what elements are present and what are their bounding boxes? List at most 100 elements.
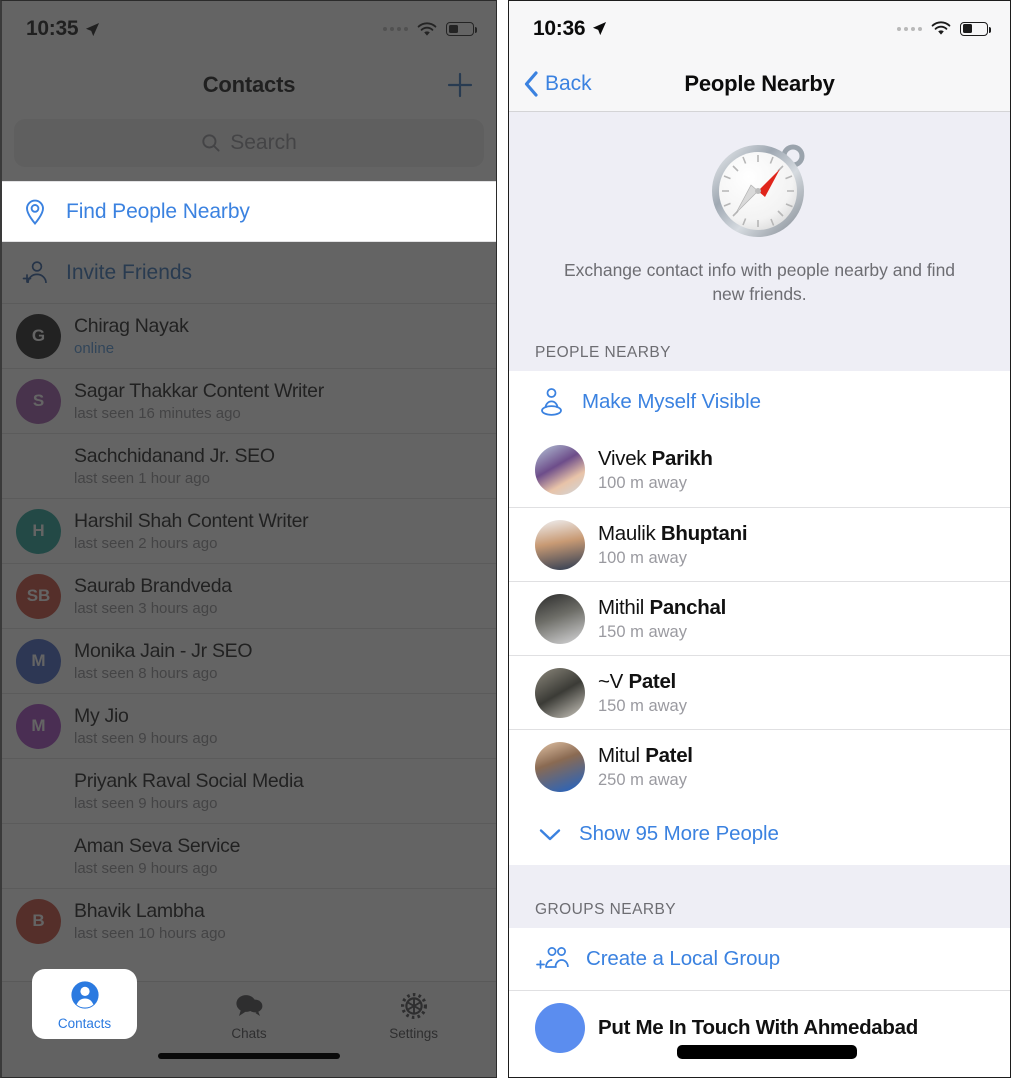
avatar: H <box>16 508 61 554</box>
back-button[interactable]: Back <box>509 70 592 97</box>
contact-name: Sachchidanand Jr. SEO <box>74 445 275 467</box>
nearby-person-row[interactable]: Vivek Parikh 100 m away <box>509 433 1010 507</box>
status-bar-time-group-right: 10:36 <box>533 17 607 41</box>
search-input[interactable]: Search <box>14 119 484 167</box>
visible-person-icon <box>541 387 562 416</box>
show-more-people-row[interactable]: Show 95 More People <box>509 803 1010 865</box>
status-bar-indicators <box>383 21 478 37</box>
contact-row[interactable]: H Harshil Shah Content Writer last seen 2 … <box>2 498 496 563</box>
add-person-icon <box>22 260 47 283</box>
tab-contacts-label: Contacts <box>57 1015 112 1031</box>
contact-meta: Harshil Shah Content Writer last seen 2 h… <box>74 510 309 552</box>
group-avatar <box>535 1002 585 1053</box>
contact-status: last seen 16 minutes ago <box>74 405 241 422</box>
status-bar-indicators-right <box>897 21 992 36</box>
contact-meta: Aman Seva Service last seen 9 hours ago <box>74 835 240 877</box>
contact-row[interactable]: Aman Seva Service last seen 9 hours ago <box>2 823 496 888</box>
nearby-person-row[interactable]: Maulik Bhuptani 100 m away <box>509 507 1010 581</box>
person-first-name: Mitul <box>598 743 640 767</box>
contact-meta: Sachchidanand Jr. SEO last seen 1 hour ag… <box>74 445 275 487</box>
contact-name: Bhavik Lambha <box>74 900 205 922</box>
plus-icon[interactable] <box>446 71 474 99</box>
contact-row[interactable]: SB Saurab Brandveda last seen 3 hours ago <box>2 563 496 628</box>
contact-row[interactable]: Sachchidanand Jr. SEO last seen 1 hour ag… <box>2 433 496 498</box>
person-meta: Vivek Parikh 100 m away <box>598 447 713 493</box>
wifi-icon <box>931 21 951 35</box>
person-distance: 100 m away <box>598 548 687 567</box>
avatar: SB <box>16 573 61 619</box>
contact-status: last seen 9 hours ago <box>74 860 218 877</box>
avatar <box>535 667 585 718</box>
contact-status: last seen 9 hours ago <box>74 795 218 812</box>
right-status-bar: 10:36 <box>509 1 1010 56</box>
add-group-icon <box>536 947 569 970</box>
contact-name: Aman Seva Service <box>74 835 241 857</box>
nearby-person-row[interactable]: ~V Patel 150 m away <box>509 655 1010 729</box>
chat-bubbles-icon <box>236 995 263 1016</box>
contact-name: Priyank Raval Social Media <box>74 770 304 792</box>
chevron-left-icon <box>524 70 538 97</box>
create-local-group-row[interactable]: Create a Local Group <box>509 928 1010 990</box>
person-last-name: Patel <box>628 669 676 693</box>
contact-status: last seen 9 hours ago <box>74 730 218 747</box>
person-last-name: Patel <box>645 743 693 767</box>
contacts-list: G Chirag Nayak online S Sagar Thakkar Conten… <box>2 303 496 953</box>
avatar <box>16 444 61 489</box>
tab-label: Settings <box>389 1026 439 1041</box>
contact-row[interactable]: B Bhavik Lambha last seen 10 hours ago <box>2 888 496 953</box>
search-container: Search <box>2 113 496 181</box>
contact-name: Harshil Shah Content Writer <box>74 510 309 532</box>
location-arrow-icon <box>86 22 100 36</box>
chevron-down-icon <box>539 829 561 841</box>
nearby-people-rows: Vivek Parikh 100 m away Maulik Bhuptani 100… <box>509 433 1010 803</box>
contact-meta: Priyank Raval Social Media last seen 9 ho… <box>74 770 304 812</box>
panel-gap <box>497 0 508 1078</box>
groups-nearby-section-header: GROUPS NEARBY <box>509 897 1010 929</box>
tab-chats[interactable]: Chats <box>167 989 332 1041</box>
tab-label: Chats <box>231 1026 267 1041</box>
search-icon <box>202 134 220 152</box>
person-name: ~V Patel <box>598 670 687 694</box>
person-last-name: Panchal <box>649 595 726 619</box>
person-name: Maulik Bhuptani <box>598 522 748 546</box>
nearby-person-row[interactable]: Mithil Panchal 150 m away <box>509 581 1010 655</box>
show-more-people-label: Show 95 More People <box>579 822 779 846</box>
person-distance: 150 m away <box>598 696 687 715</box>
person-first-name: Vivek <box>598 447 647 471</box>
location-pin-icon <box>26 199 44 225</box>
battery-icon <box>960 21 992 36</box>
invite-friends-row[interactable]: Invite Friends <box>2 242 496 303</box>
page-title: Contacts <box>202 72 296 97</box>
contact-status: online <box>74 340 115 357</box>
avatar <box>535 519 585 570</box>
contact-name: Chirag Nayak <box>74 315 189 337</box>
contact-meta: Saurab Brandveda last seen 3 hours ago <box>74 575 232 617</box>
redaction-bar <box>677 1045 857 1059</box>
left-status-bar: 10:35 <box>2 1 496 57</box>
avatar <box>535 593 585 644</box>
back-button-label: Back <box>545 71 592 95</box>
group-name: Put Me In Touch With Ahmedabad <box>598 1015 918 1039</box>
contact-name: Sagar Thakkar Content Writer <box>74 380 324 402</box>
contact-row[interactable]: G Chirag Nayak online <box>2 303 496 368</box>
contact-row[interactable]: M My Jio last seen 9 hours ago <box>2 693 496 758</box>
person-meta: Maulik Bhuptani 100 m away <box>598 522 748 568</box>
home-indicator <box>158 1053 340 1059</box>
contact-row[interactable]: M Monika Jain - Jr SEO last seen 8 hours a… <box>2 628 496 693</box>
search-placeholder: Search <box>230 131 297 154</box>
nearby-person-row[interactable]: Mitul Patel 250 m away <box>509 729 1010 803</box>
tab-settings[interactable]: Settings <box>331 989 496 1041</box>
make-myself-visible-row[interactable]: Make Myself Visible <box>509 371 1010 433</box>
contact-row[interactable]: S Sagar Thakkar Content Writer last seen 1… <box>2 368 496 433</box>
find-people-nearby-label: Find People Nearby <box>66 199 250 223</box>
find-people-nearby-row[interactable]: Find People Nearby <box>2 181 496 242</box>
wifi-icon <box>417 21 437 36</box>
contact-row[interactable]: Priyank Raval Social Media last seen 9 ho… <box>2 758 496 823</box>
avatar <box>16 834 61 879</box>
tab-contacts-highlight[interactable]: Contacts <box>32 969 137 1039</box>
groups-nearby-list: Create a Local Group Put Me In Touch Wit… <box>509 928 1010 1065</box>
avatar: M <box>16 703 61 749</box>
compass-icon <box>711 144 804 237</box>
person-distance: 250 m away <box>598 770 687 789</box>
avatar: G <box>16 313 61 359</box>
